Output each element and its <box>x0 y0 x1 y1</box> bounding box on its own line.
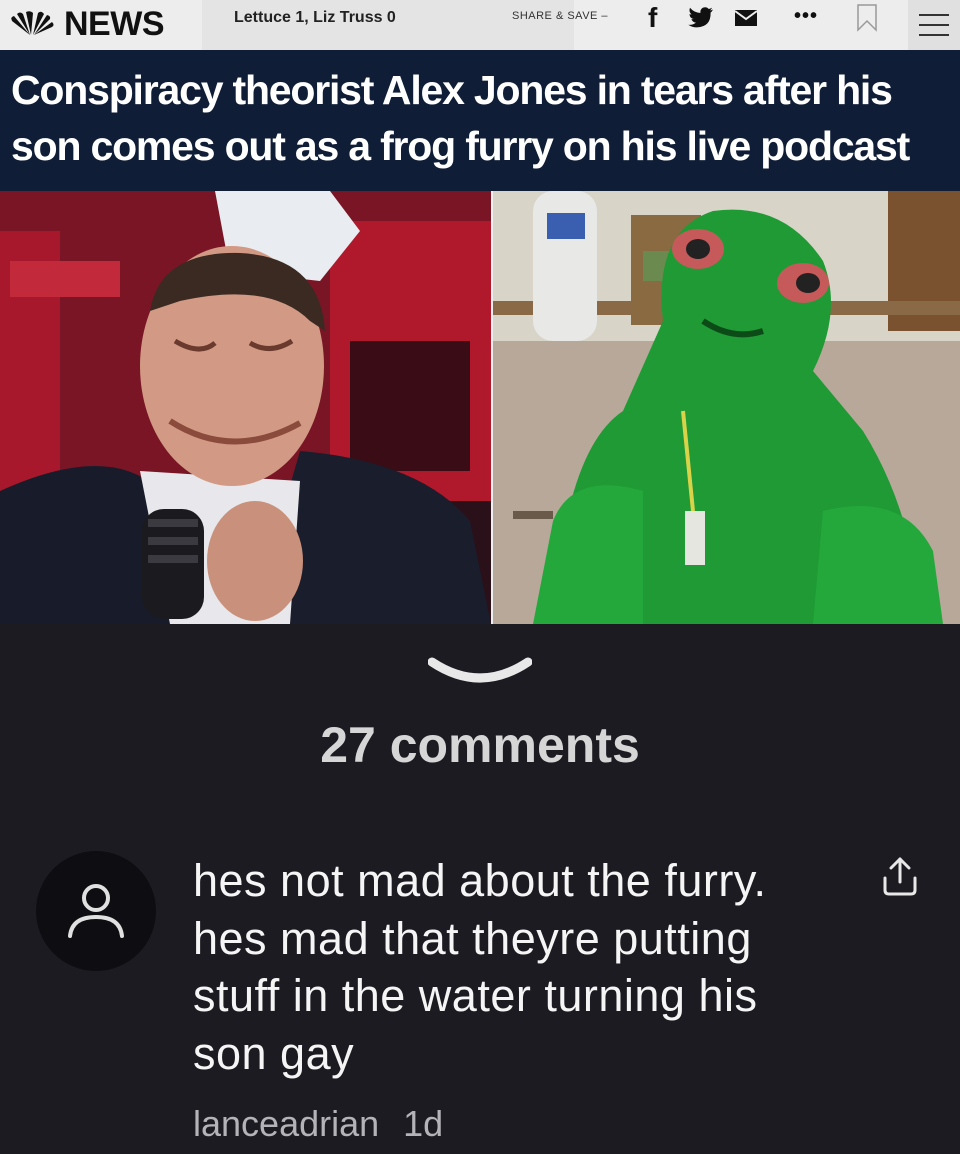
avatar[interactable] <box>36 851 156 971</box>
more-options-icon[interactable]: ••• <box>794 4 818 28</box>
twitter-icon[interactable] <box>688 6 714 30</box>
comment-count: 27 comments <box>320 717 640 773</box>
crying-man-photo <box>0 191 491 624</box>
peacock-icon <box>11 11 54 35</box>
bookmark-icon[interactable] <box>856 4 878 32</box>
comment-age: 1d <box>403 1103 444 1144</box>
share-save-label[interactable]: SHARE & SAVE – <box>512 10 608 22</box>
user-icon <box>68 884 124 938</box>
nbc-news-logo[interactable]: NEWS <box>8 2 165 46</box>
frog-costume-photo <box>493 191 960 624</box>
comment-author[interactable]: lanceadrian <box>193 1103 379 1144</box>
comment-text: hes not mad about the furry. hes mad tha… <box>193 855 767 1079</box>
share-icon[interactable] <box>880 856 920 898</box>
ticker-text: Lettuce 1, Liz Truss 0 <box>234 9 396 26</box>
article-headline: Conspiracy theorist Alex Jones in tears … <box>11 67 910 169</box>
comment-meta: lanceadrian 1d <box>193 1103 443 1145</box>
mail-icon[interactable] <box>734 6 758 30</box>
hamburger-menu-icon[interactable] <box>908 0 960 50</box>
chevron-down-icon[interactable] <box>428 650 532 690</box>
headline-ticker[interactable]: Lettuce 1, Liz Truss 0 <box>202 0 574 50</box>
headline-banner: Conspiracy theorist Alex Jones in tears … <box>0 50 960 191</box>
facebook-icon[interactable]: f <box>648 2 657 33</box>
top-bar: NEWS Lettuce 1, Liz Truss 0 SHARE & SAVE… <box>0 0 960 50</box>
logo-text: NEWS <box>64 4 165 43</box>
